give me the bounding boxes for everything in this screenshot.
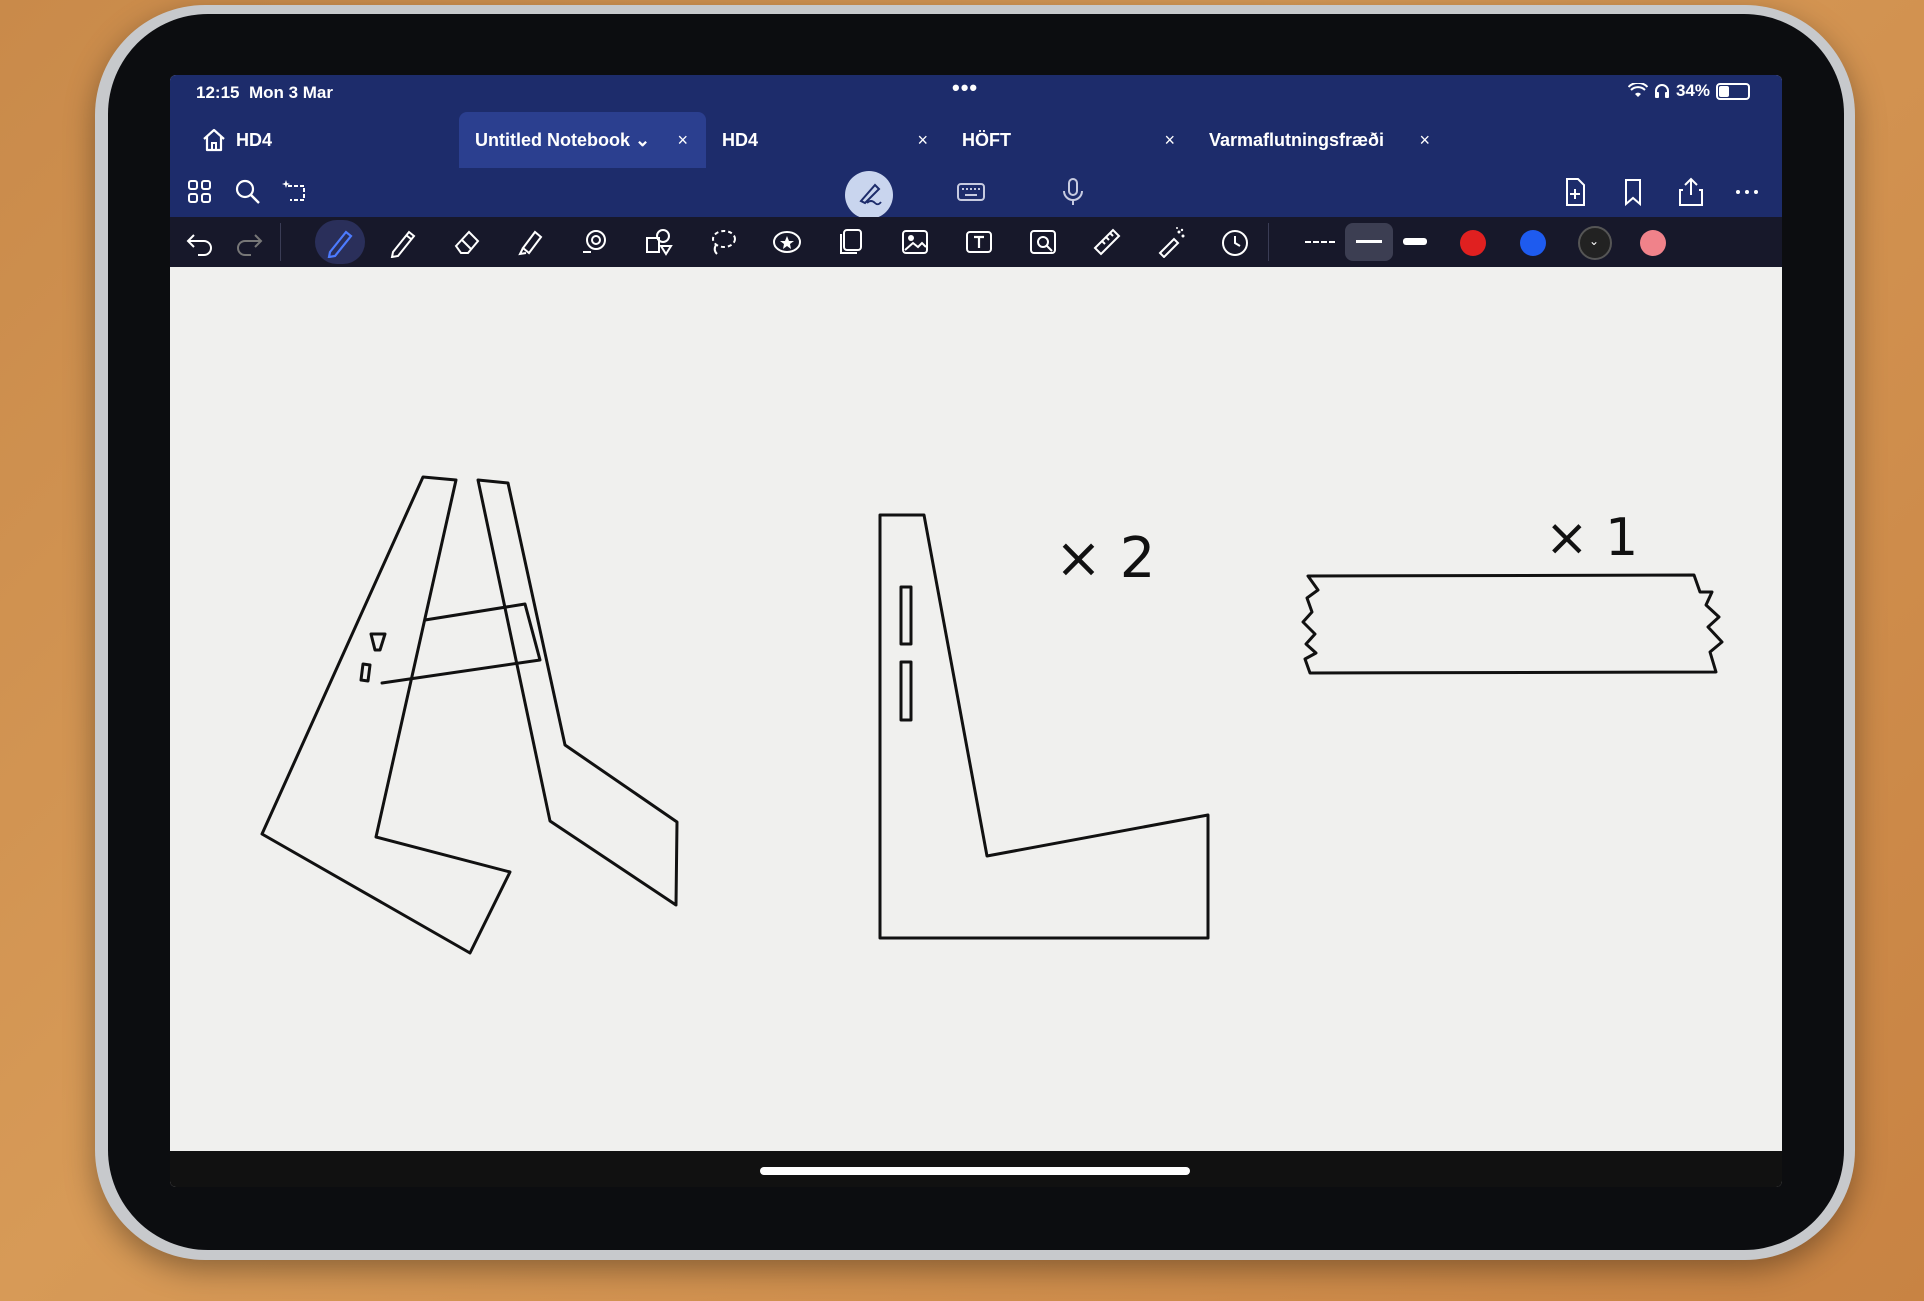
- sketch-left-leg-2: [476, 478, 679, 907]
- line-dashed-button[interactable]: [1305, 241, 1335, 245]
- pencil-icon[interactable]: [387, 226, 419, 259]
- pen-icon[interactable]: [324, 226, 356, 259]
- sketch-left-crossbar: [380, 602, 542, 685]
- highlighter-icon[interactable]: [515, 226, 547, 258]
- image-icon[interactable]: [899, 226, 931, 258]
- text-icon[interactable]: [963, 226, 995, 258]
- share-icon[interactable]: [1675, 176, 1707, 208]
- headphones-icon: [1654, 84, 1669, 98]
- battery-percent: 34%: [1675, 81, 1710, 100]
- tab-varmaflutningsfraedi[interactable]: Varmaflutningsfræði ×: [1193, 112, 1448, 168]
- search-icon[interactable]: [232, 176, 264, 208]
- tab-hd4-2[interactable]: HD4 ×: [706, 112, 946, 168]
- color-blue-button[interactable]: [1520, 230, 1546, 256]
- tab-hd4-1[interactable]: HD4 ×: [220, 112, 490, 168]
- timer-icon[interactable]: [1219, 226, 1251, 258]
- page-icon[interactable]: [835, 226, 867, 258]
- status-bar: 12:15 Mon 3 Mar ••• 34%: [170, 75, 1782, 109]
- tab-close-button[interactable]: ×: [1164, 130, 1175, 151]
- sketch-left-slot-1: [369, 632, 387, 652]
- tab-label: HÖFT: [962, 129, 1011, 150]
- sketch-plank: [1301, 573, 1724, 675]
- sketch-side-panel: [878, 513, 1210, 940]
- tab-close-button[interactable]: ×: [1419, 130, 1430, 151]
- tab-label: HD4: [236, 129, 273, 150]
- color-red-button[interactable]: [1460, 230, 1486, 256]
- redo-icon[interactable]: [233, 226, 265, 258]
- top-toolbar: [170, 168, 1782, 219]
- tab-hoft[interactable]: HÖFT ×: [946, 112, 1193, 168]
- ruler-icon[interactable]: [1091, 226, 1123, 258]
- status-indicators: 34%: [1627, 81, 1750, 101]
- more-icon[interactable]: [1731, 176, 1763, 208]
- drawing-layer: × 2 × 1: [260, 475, 1724, 955]
- sticker-icon[interactable]: [771, 226, 803, 258]
- lasso-icon[interactable]: [707, 226, 739, 258]
- tools-toolbar: ⌄: [170, 217, 1782, 267]
- sketch-side-slot-2: [899, 660, 913, 722]
- undo-icon[interactable]: [184, 226, 216, 258]
- line-thin-icon: [1356, 240, 1382, 243]
- home-indicator[interactable]: [760, 1167, 1190, 1175]
- status-time: 12:15 Mon 3 Mar: [196, 83, 333, 103]
- shape-icon[interactable]: [579, 226, 611, 258]
- tab-bar: HD4 × Untitled Notebook ⌄ × HD4 × HÖFT ×…: [170, 112, 1782, 168]
- battery-icon: [1716, 82, 1750, 100]
- multitask-dots-icon[interactable]: •••: [952, 75, 978, 101]
- quantity-label-1: × 1: [1545, 508, 1638, 568]
- tab-untitled-notebook[interactable]: Untitled Notebook ⌄ ×: [459, 112, 706, 168]
- toolbar-divider: [280, 223, 281, 261]
- elements-icon[interactable]: [643, 226, 675, 258]
- tab-label-text: Untitled Notebook: [475, 129, 630, 150]
- chevron-down-icon[interactable]: ⌄: [635, 130, 650, 150]
- quantity-label-2: × 2: [1055, 526, 1155, 591]
- keyboard-icon[interactable]: [955, 176, 987, 208]
- color-pink-button[interactable]: [1640, 230, 1666, 256]
- sketch-side-slot-1: [899, 585, 913, 646]
- sketch-left-slot-2: [359, 662, 372, 683]
- bookmark-icon[interactable]: [1617, 176, 1649, 208]
- eraser-icon[interactable]: [451, 226, 483, 258]
- toolbar-divider: [1268, 223, 1269, 261]
- grid-icon[interactable]: [184, 176, 216, 208]
- notebook-canvas[interactable]: × 2 × 1: [170, 267, 1782, 1187]
- sketch-left-leg-1: [260, 475, 512, 955]
- pen-mode-icon[interactable]: [853, 177, 885, 209]
- wifi-icon: [1627, 83, 1648, 97]
- chevron-down-icon: ⌄: [1589, 234, 1600, 248]
- line-thick-button[interactable]: [1403, 238, 1427, 245]
- tab-label: Varmaflutningsfræði: [1209, 129, 1385, 150]
- date-text: Mon 3 Mar: [248, 83, 333, 102]
- microphone-icon[interactable]: [1057, 176, 1089, 208]
- time-text: 12:15: [196, 83, 240, 102]
- add-page-icon[interactable]: [1559, 176, 1591, 208]
- tab-label: Untitled Notebook ⌄: [475, 130, 650, 151]
- tab-label: HD4: [722, 129, 759, 150]
- lasso-sparkle-icon[interactable]: [280, 176, 312, 208]
- screen: 12:15 Mon 3 Mar ••• 34% HD4 × Untitled N…: [170, 75, 1782, 1187]
- tab-close-button[interactable]: ×: [917, 130, 928, 151]
- tab-close-button[interactable]: ×: [677, 130, 688, 151]
- camera-icon[interactable]: [1027, 226, 1059, 258]
- laser-icon[interactable]: [1155, 226, 1187, 259]
